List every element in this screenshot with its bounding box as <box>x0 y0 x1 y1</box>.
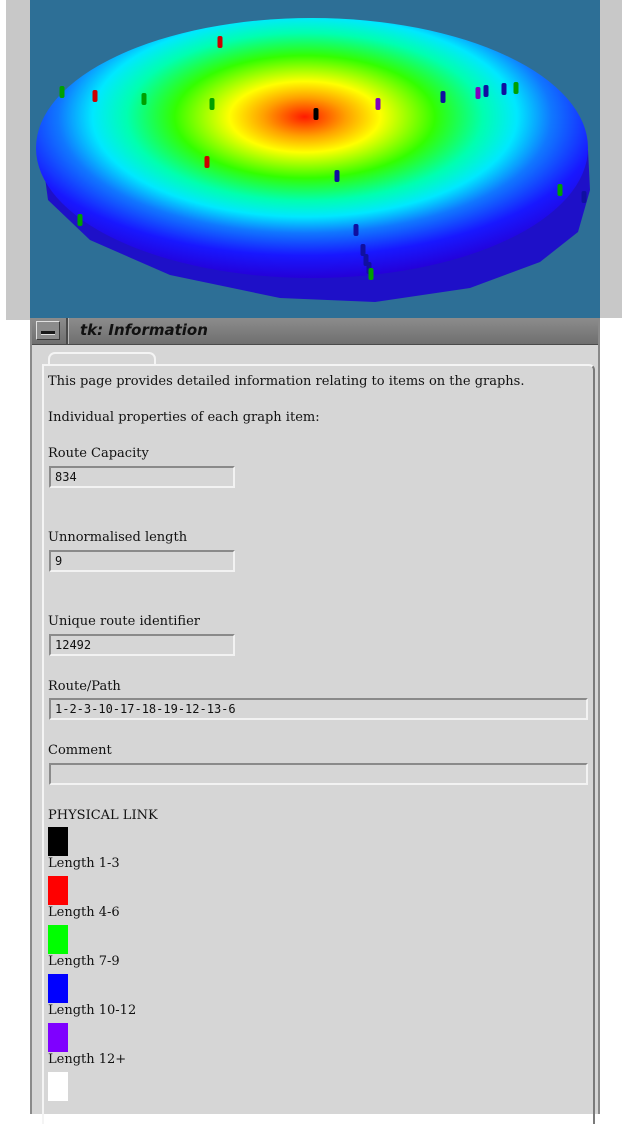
graph-item-marker[interactable] <box>483 85 489 97</box>
graph-item-marker[interactable] <box>59 86 65 98</box>
properties-heading: Individual properties of each graph item… <box>48 410 320 425</box>
graph-item-marker[interactable] <box>92 90 98 102</box>
viewer-left-frame <box>6 0 30 320</box>
route-capacity-label: Route Capacity <box>48 446 149 461</box>
graph-item-marker[interactable] <box>209 98 215 110</box>
title-bar[interactable]: tk: Information <box>32 318 598 345</box>
graph-item-marker[interactable] <box>375 98 381 110</box>
graph-item-marker[interactable] <box>475 87 481 99</box>
legend-label: Length 1-3 <box>48 856 120 871</box>
legend-swatch-black <box>48 827 68 856</box>
legend-swatch-green <box>48 925 68 954</box>
legend-swatch-red <box>48 876 68 905</box>
graph-item-marker[interactable] <box>334 170 340 182</box>
graph-item-marker[interactable] <box>353 224 359 236</box>
graph-item-marker[interactable] <box>141 93 147 105</box>
surface-disc <box>36 18 588 278</box>
comment-label: Comment <box>48 743 112 758</box>
graph-item-marker[interactable] <box>557 184 563 196</box>
graph-item-marker[interactable] <box>77 214 83 226</box>
window-menu-button[interactable] <box>36 321 60 340</box>
unnormalised-length-field[interactable]: 9 <box>49 550 235 572</box>
graph-item-marker[interactable] <box>313 108 319 120</box>
graph-item-marker[interactable] <box>368 268 374 280</box>
route-path-field[interactable]: 1-2-3-10-17-18-19-12-13-6 <box>49 698 588 720</box>
route-id-field[interactable]: 12492 <box>49 634 235 656</box>
route-path-label: Route/Path <box>48 679 121 694</box>
graph-item-marker[interactable] <box>440 91 446 103</box>
graph-item-marker[interactable] <box>217 36 223 48</box>
legend-label: Length 10-12 <box>48 1003 137 1018</box>
window-title: tk: Information <box>80 321 208 339</box>
graph-viewer[interactable] <box>0 0 622 320</box>
legend-title: PHYSICAL LINK <box>48 808 158 823</box>
legend-label: Length 4-6 <box>48 905 120 920</box>
info-panel: This page provides detailed information … <box>42 364 595 1124</box>
comment-field[interactable] <box>49 763 588 785</box>
legend-label: Length 12+ <box>48 1052 127 1067</box>
route-capacity-field[interactable]: 834 <box>49 466 235 488</box>
graph-item-marker[interactable] <box>581 191 587 203</box>
title-divider <box>66 318 69 344</box>
unnormalised-length-label: Unnormalised length <box>48 530 188 545</box>
graph-item-marker[interactable] <box>513 82 519 94</box>
minus-icon <box>41 331 55 335</box>
legend-swatch-white <box>48 1072 68 1101</box>
surface-plot[interactable] <box>30 0 600 318</box>
viewer-right-frame <box>600 0 622 318</box>
intro-text: This page provides detailed information … <box>48 374 525 389</box>
graph-item-marker[interactable] <box>204 156 210 168</box>
information-window: tk: Information This page provides detai… <box>30 318 600 1124</box>
graph-item-marker[interactable] <box>501 83 507 95</box>
legend-label: Length 7-9 <box>48 954 120 969</box>
route-id-label: Unique route identifier <box>48 614 200 629</box>
legend-swatch-purple <box>48 1023 68 1052</box>
legend-swatch-blue <box>48 974 68 1003</box>
